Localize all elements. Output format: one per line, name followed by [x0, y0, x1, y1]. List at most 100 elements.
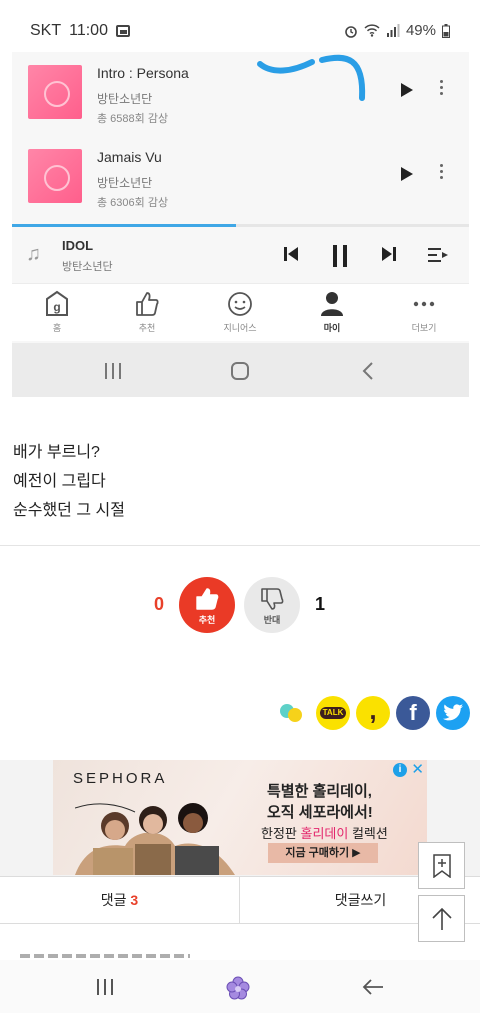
track-artist: 방탄소년단: [97, 176, 153, 190]
divider: [0, 545, 480, 546]
tab-label: 추천: [138, 323, 156, 333]
track-title: Jamais Vu: [97, 149, 162, 165]
next-content-peek: [0, 950, 480, 960]
comments-tab[interactable]: 댓글 3: [0, 877, 240, 923]
app-tab-bar: g 홈 추천 지니어스 마이 더보기: [12, 283, 469, 341]
scroll-top-button[interactable]: [418, 895, 465, 942]
ad-close-icon[interactable]: ✕: [411, 760, 424, 778]
ad-cta-button[interactable]: 지금 구매하기 ▶: [268, 843, 378, 863]
facebook-icon: f: [409, 700, 417, 725]
signal-icon: [386, 24, 400, 37]
share-row: TALK , f: [276, 696, 470, 730]
album-cover: [28, 65, 82, 119]
tab-label: 마이: [323, 323, 341, 333]
person-icon: [321, 292, 343, 316]
track-title: Intro : Persona: [97, 65, 189, 81]
thumbs-down-icon: [261, 588, 284, 610]
alarm-icon: [345, 25, 357, 38]
tab-more[interactable]: 더보기: [389, 290, 459, 334]
home-flower-icon[interactable]: [226, 976, 250, 1000]
kakaotalk-icon: TALK: [319, 707, 347, 719]
downvote-label: 반대: [263, 615, 281, 625]
ad-subline-prefix: 한정판: [261, 826, 301, 841]
post-body: 배가 부르니? 예전이 그립다 순수했던 그 시절: [13, 438, 125, 525]
pause-icon[interactable]: [330, 245, 350, 267]
arrow-up-icon: [431, 907, 452, 930]
downvote-count: 1: [315, 594, 326, 614]
track-play-count: 총 6588회 감상: [97, 113, 169, 125]
tab-recommend[interactable]: 추천: [112, 290, 182, 334]
post-line: 예전이 그립다: [13, 473, 106, 490]
carrier: SKT: [30, 22, 62, 39]
ad-brand: SEPHORA: [73, 770, 168, 787]
battery-percent: 49%: [405, 22, 436, 39]
twitter-share-button[interactable]: [436, 696, 470, 730]
bookmark-add-button[interactable]: [418, 842, 465, 889]
upvote-count: 0: [154, 594, 165, 614]
more-vertical-icon[interactable]: [438, 164, 444, 184]
upvote-label: 추천: [198, 615, 216, 625]
embedded-music-screenshot: Intro : Persona 방탄소년단 총 6588회 감상 Jamais …: [12, 52, 469, 397]
post-line: 배가 부르니?: [13, 444, 100, 461]
ad-models-image: [75, 803, 235, 875]
home-square-icon: [231, 362, 249, 380]
track-row[interactable]: Jamais Vu 방탄소년단 총 6306회 감상: [12, 136, 469, 220]
music-note-icon: ♫: [26, 243, 41, 265]
thumbs-up-icon: [196, 588, 219, 610]
tab-label: 지니어스: [223, 323, 257, 333]
tab-genius[interactable]: 지니어스: [205, 290, 275, 334]
mini-player[interactable]: ♫ IDOL 방탄소년단: [12, 227, 469, 283]
previous-icon[interactable]: [282, 245, 300, 263]
embedded-system-nav: [12, 343, 469, 397]
ad-subline-highlight: 홀리데이: [300, 826, 349, 841]
ad-subline-suffix: 컬렉션: [348, 826, 388, 841]
smile-icon: [228, 292, 252, 316]
home-g-icon: g: [46, 290, 68, 316]
recent-apps-icon: [105, 363, 121, 379]
kakaostory-icon: ,: [369, 695, 377, 725]
bookmark-plus-icon: [432, 854, 451, 878]
play-icon[interactable]: [401, 83, 413, 97]
more-vertical-icon[interactable]: [438, 80, 444, 100]
ad-banner[interactable]: SEPHORA 특별한 홀리데이, 오직 세포라에서! 한정판 홀리데이 컬렉션…: [53, 760, 427, 875]
tab-label: 홈: [52, 323, 62, 333]
ad-section: SEPHORA 특별한 홀리데이, 오직 세포라에서! 한정판 홀리데이 컬렉션…: [0, 760, 480, 876]
twitter-icon: [443, 704, 463, 721]
image-icon: [115, 25, 130, 37]
facebook-share-button[interactable]: f: [396, 696, 430, 730]
ad-subline: 한정판 홀리데이 컬렉션: [261, 823, 388, 842]
clock: 11:00: [69, 22, 108, 39]
thumbs-up-icon: [136, 292, 159, 316]
band-share-button[interactable]: [276, 696, 310, 730]
band-icon-dot: [288, 708, 302, 722]
recent-apps-icon[interactable]: [96, 979, 114, 995]
ad-headline: 특별한 홀리데이,: [267, 783, 372, 800]
back-arrow-icon[interactable]: [362, 978, 384, 996]
playlist-icon[interactable]: [428, 245, 448, 263]
tab-my[interactable]: 마이: [297, 290, 367, 334]
kakaostory-share-button[interactable]: ,: [356, 696, 390, 730]
kakaotalk-share-button[interactable]: TALK: [316, 696, 350, 730]
wifi-icon: [364, 24, 380, 37]
post-line: 순수했던 그 시절: [13, 502, 125, 519]
dots-icon: [413, 301, 435, 307]
downvote-button[interactable]: 반대: [244, 577, 300, 633]
play-icon[interactable]: [401, 167, 413, 181]
comment-bar: 댓글 3 댓글쓰기: [0, 876, 480, 924]
battery-icon: [442, 23, 450, 38]
back-chevron-icon: [362, 362, 373, 380]
svg-text:g: g: [53, 300, 60, 314]
now-playing-artist: 방탄소년단: [62, 261, 113, 273]
track-row[interactable]: Intro : Persona 방탄소년단 총 6588회 감상: [12, 52, 469, 136]
upvote-button[interactable]: 추천: [179, 577, 235, 633]
tab-home[interactable]: g 홈: [22, 290, 92, 334]
comments-label: 댓글: [100, 892, 127, 908]
write-comment-label: 댓글쓰기: [334, 892, 387, 908]
ad-info-icon[interactable]: i: [393, 763, 407, 777]
next-icon[interactable]: [380, 245, 398, 263]
now-playing-title: IDOL: [62, 238, 94, 253]
status-bar: SKT 11:00 49%: [0, 0, 480, 52]
blue-scribble: [257, 54, 366, 101]
track-artist: 방탄소년단: [97, 92, 153, 106]
album-cover: [28, 149, 82, 203]
